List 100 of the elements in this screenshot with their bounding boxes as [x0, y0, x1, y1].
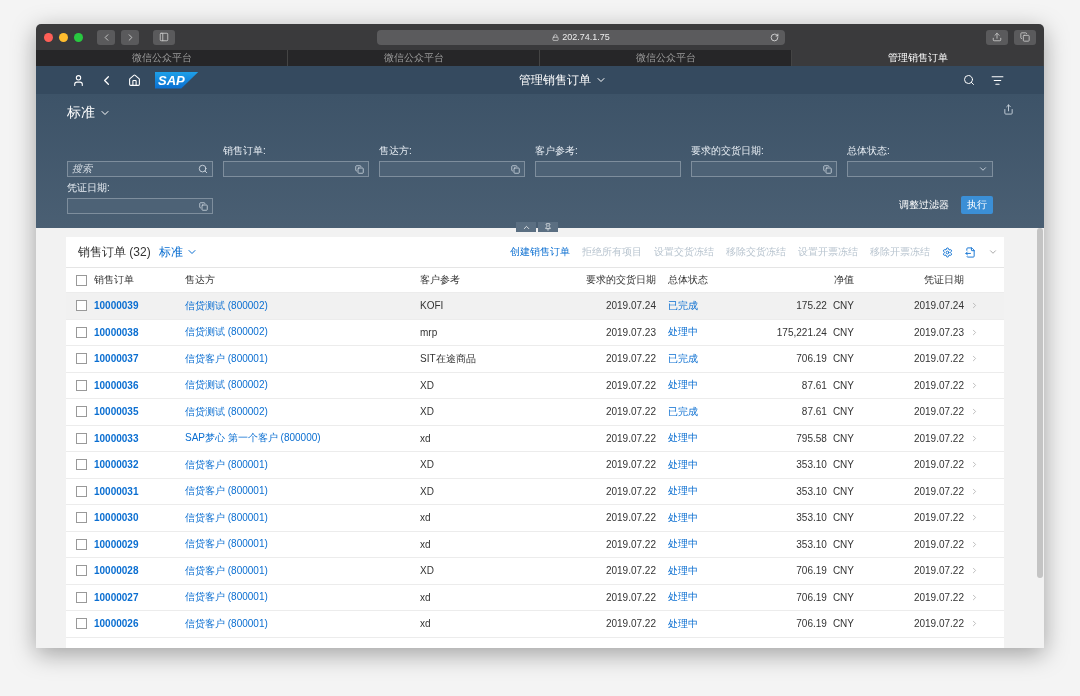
status-link[interactable]: 处理中: [656, 457, 712, 472]
app-title-menu[interactable]: 管理销售订单: [518, 71, 607, 89]
settings-icon[interactable]: [942, 246, 953, 258]
filter-field[interactable]: [379, 161, 525, 177]
filter-field[interactable]: [223, 161, 369, 177]
maximize-icon[interactable]: [74, 32, 83, 42]
row-checkbox[interactable]: [76, 485, 87, 497]
order-link[interactable]: 10000032: [94, 459, 185, 471]
status-link[interactable]: 处理中: [656, 378, 712, 393]
sold-to-link[interactable]: 信贷客户 (800001): [185, 510, 420, 525]
column-header[interactable]: 总体状态: [656, 273, 712, 287]
sold-to-link[interactable]: 信贷客户 (800001): [185, 563, 420, 578]
address-bar[interactable]: 202.74.1.75: [377, 29, 785, 45]
sold-to-link[interactable]: 信贷客户 (800001): [185, 590, 420, 605]
sold-to-link[interactable]: 信贷测试 (800002): [185, 325, 420, 340]
column-header[interactable]: 销售订单: [94, 273, 185, 287]
back-button[interactable]: [97, 29, 115, 45]
sold-to-link[interactable]: 信贷客户 (800001): [185, 484, 420, 499]
status-link[interactable]: 处理中: [656, 484, 712, 499]
browser-tab[interactable]: 管理销售订单: [792, 50, 1044, 66]
sold-to-link[interactable]: 信贷客户 (800001): [185, 537, 420, 552]
value-help-icon[interactable]: [511, 164, 520, 174]
order-link[interactable]: 10000035: [94, 406, 185, 418]
status-link[interactable]: 处理中: [656, 590, 712, 605]
sold-to-link[interactable]: 信贷测试 (800002): [185, 378, 420, 393]
search-icon[interactable]: [963, 74, 975, 86]
share-button[interactable]: [986, 29, 1008, 45]
order-link[interactable]: 10000038: [94, 326, 185, 338]
row-checkbox[interactable]: [76, 300, 87, 312]
row-checkbox[interactable]: [76, 591, 87, 603]
status-link[interactable]: 已完成: [656, 404, 712, 419]
status-link[interactable]: 已完成: [656, 298, 712, 313]
user-icon[interactable]: [72, 73, 85, 87]
variant-menu[interactable]: 标准: [158, 243, 198, 261]
order-link[interactable]: 10000031: [94, 485, 185, 497]
filter-field[interactable]: [691, 161, 837, 177]
reload-icon[interactable]: [770, 32, 779, 42]
home-icon[interactable]: [128, 73, 141, 87]
tabs-button[interactable]: [1014, 29, 1036, 45]
sold-to-link[interactable]: 信贷客户 (800001): [185, 457, 420, 472]
status-link[interactable]: 已完成: [656, 351, 712, 366]
minimize-icon[interactable]: [59, 32, 68, 42]
logo[interactable]: SAP: [155, 71, 199, 89]
scrollbar[interactable]: [1037, 228, 1043, 578]
dropdown-icon[interactable]: [978, 164, 988, 174]
status-link[interactable]: 处理中: [656, 616, 712, 631]
status-link[interactable]: 处理中: [656, 510, 712, 525]
value-help-icon[interactable]: [823, 164, 832, 174]
filter-field[interactable]: [67, 198, 213, 214]
column-header[interactable]: 要求的交货日期: [540, 273, 656, 287]
order-link[interactable]: 10000036: [94, 379, 185, 391]
value-help-icon[interactable]: [355, 164, 364, 174]
sidebar-button[interactable]: [153, 29, 175, 45]
close-icon[interactable]: [44, 32, 53, 42]
row-checkbox[interactable]: [76, 353, 87, 365]
select-all-checkbox[interactable]: [76, 274, 87, 286]
sold-to-link[interactable]: SAP梦心 第一个客户 (800000): [185, 431, 420, 446]
go-button[interactable]: 执行: [961, 196, 993, 214]
forward-button[interactable]: [121, 29, 139, 45]
order-link[interactable]: 10000037: [94, 353, 185, 365]
variant-menu[interactable]: 标准: [67, 104, 111, 122]
order-link[interactable]: 10000027: [94, 591, 185, 603]
row-checkbox[interactable]: [76, 565, 87, 577]
order-link[interactable]: 10000030: [94, 512, 185, 524]
search-icon[interactable]: [198, 164, 208, 174]
menu-icon[interactable]: [991, 73, 1004, 87]
row-checkbox[interactable]: [76, 512, 87, 524]
column-header[interactable]: 售达方: [185, 273, 420, 287]
row-checkbox[interactable]: [76, 326, 87, 338]
column-header[interactable]: 客户参考: [420, 273, 540, 287]
collapse-button[interactable]: [516, 222, 536, 232]
status-link[interactable]: 处理中: [656, 431, 712, 446]
row-checkbox[interactable]: [76, 538, 87, 550]
value-help-icon[interactable]: [199, 201, 208, 211]
status-link[interactable]: 处理中: [656, 563, 712, 578]
row-checkbox[interactable]: [76, 379, 87, 391]
filter-field[interactable]: [535, 161, 681, 177]
table-row[interactable]: 10000039 信贷测试 (800002) KOFI 2019.07.24 已完成 175.22 CNY 2019.07.24: [66, 293, 1004, 320]
column-header[interactable]: 凭证日期: [882, 273, 964, 287]
column-header[interactable]: 净值: [712, 273, 882, 287]
row-checkbox[interactable]: [76, 618, 87, 630]
order-link[interactable]: 10000029: [94, 538, 185, 550]
export-icon[interactable]: [965, 246, 976, 258]
filter-field[interactable]: [847, 161, 993, 177]
order-link[interactable]: 10000033: [94, 432, 185, 444]
order-link[interactable]: 10000028: [94, 565, 185, 577]
row-checkbox[interactable]: [76, 432, 87, 444]
toolbar-action[interactable]: 创建销售订单: [510, 245, 570, 259]
pin-button[interactable]: [538, 222, 558, 232]
order-link[interactable]: 10000026: [94, 618, 185, 630]
sold-to-link[interactable]: 信贷客户 (800001): [185, 616, 420, 631]
status-link[interactable]: 处理中: [656, 537, 712, 552]
sold-to-link[interactable]: 信贷测试 (800002): [185, 404, 420, 419]
sold-to-link[interactable]: 信贷客户 (800001): [185, 351, 420, 366]
adapt-filters-button[interactable]: 调整过滤器: [895, 196, 953, 214]
sold-to-link[interactable]: 信贷测试 (800002): [185, 298, 420, 313]
status-link[interactable]: 处理中: [656, 325, 712, 340]
row-checkbox[interactable]: [76, 406, 87, 418]
order-link[interactable]: 10000039: [94, 300, 185, 312]
dropdown-icon[interactable]: [988, 247, 998, 257]
